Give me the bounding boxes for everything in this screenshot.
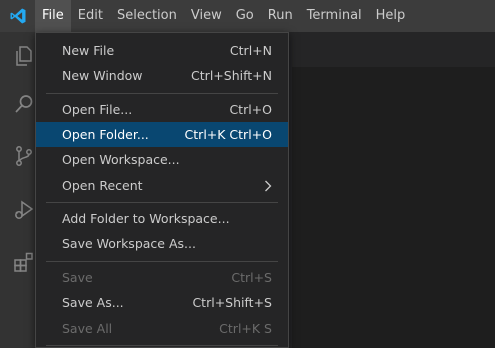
vscode-logo-icon	[0, 0, 35, 32]
vscode-window: File Edit Selection View Go Run Terminal…	[0, 0, 495, 348]
menu-item-label: Add Folder to Workspace...	[62, 211, 230, 226]
menu-item-label: New Window	[62, 68, 143, 83]
menu-go[interactable]: Go	[229, 0, 261, 32]
menu-item-label: Open Folder...	[62, 127, 149, 142]
menu-item-new-window[interactable]: New Window Ctrl+Shift+N	[36, 63, 288, 88]
menu-separator	[46, 202, 278, 203]
menu-item-shortcut: Ctrl+K S	[219, 321, 272, 336]
menu-item-shortcut: Ctrl+Shift+S	[192, 295, 272, 310]
menu-item-shortcut: Ctrl+Shift+N	[191, 68, 272, 83]
menu-item-shortcut: Ctrl+O	[229, 102, 272, 117]
menu-run[interactable]: Run	[261, 0, 300, 32]
menu-bar: File Edit Selection View Go Run Terminal…	[0, 0, 495, 32]
menu-item-shortcut: Ctrl+S	[231, 270, 272, 285]
menu-item-shortcut: Ctrl+K Ctrl+O	[184, 127, 272, 142]
file-menu-dropdown: New File Ctrl+N New Window Ctrl+Shift+N …	[35, 32, 289, 348]
menu-item-open-workspace[interactable]: Open Workspace...	[36, 147, 288, 172]
menu-item-label: Save All	[62, 321, 113, 336]
menu-item-label: Open Recent	[62, 178, 143, 193]
chevron-right-icon	[262, 179, 272, 193]
menu-view[interactable]: View	[184, 0, 229, 32]
menu-item-save-workspace-as[interactable]: Save Workspace As...	[36, 231, 288, 256]
menu-item-open-recent[interactable]: Open Recent	[36, 173, 288, 198]
editor-area	[292, 67, 495, 348]
menu-separator	[46, 261, 278, 262]
menu-item-shortcut: Ctrl+N	[229, 43, 272, 58]
menu-item-save-all[interactable]: Save All Ctrl+K S	[36, 316, 288, 341]
menu-terminal[interactable]: Terminal	[300, 0, 369, 32]
menu-edit[interactable]: Edit	[71, 0, 110, 32]
menu-file[interactable]: File	[35, 0, 71, 32]
menu-help[interactable]: Help	[369, 0, 413, 32]
menu-separator	[46, 93, 278, 94]
menu-separator	[46, 345, 278, 346]
menu-item-open-folder[interactable]: Open Folder... Ctrl+K Ctrl+O	[36, 122, 288, 147]
menu-item-save-as[interactable]: Save As... Ctrl+Shift+S	[36, 290, 288, 315]
menu-item-label: New File	[62, 43, 115, 58]
menu-item-label: Open Workspace...	[62, 152, 180, 167]
menu-item-add-folder-to-workspace[interactable]: Add Folder to Workspace...	[36, 206, 288, 231]
menu-item-label: Save As...	[62, 295, 124, 310]
menu-selection[interactable]: Selection	[110, 0, 184, 32]
menu-item-label: Open File...	[62, 102, 133, 117]
menu-item-save[interactable]: Save Ctrl+S	[36, 265, 288, 290]
menu-item-label: Save	[62, 270, 93, 285]
editor-tab-bar	[292, 32, 495, 67]
menu-item-open-file[interactable]: Open File... Ctrl+O	[36, 97, 288, 122]
menu-item-label: Save Workspace As...	[62, 236, 196, 251]
menu-item-new-file[interactable]: New File Ctrl+N	[36, 38, 288, 63]
